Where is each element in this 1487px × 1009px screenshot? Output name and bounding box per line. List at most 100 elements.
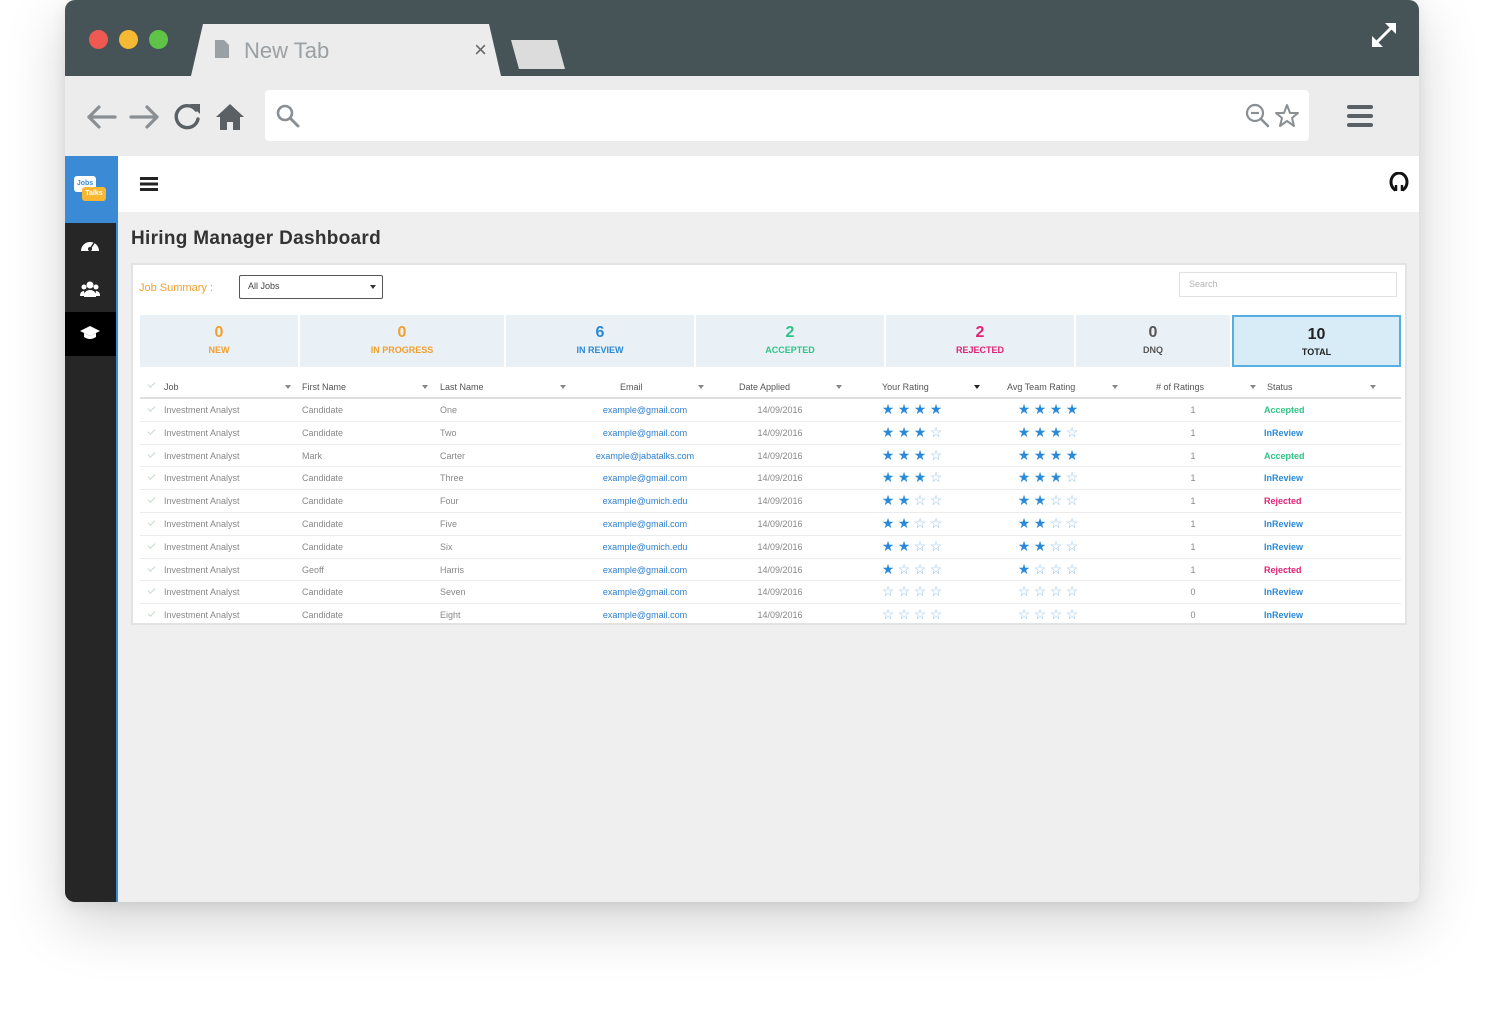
- column-header[interactable]: Last Name: [440, 382, 484, 392]
- cell-email[interactable]: example@gmail.com: [580, 519, 710, 529]
- star-filled-icon[interactable]: ★: [880, 562, 896, 576]
- cell-email[interactable]: example@gmail.com: [580, 473, 710, 483]
- row-checkbox[interactable]: [147, 518, 156, 526]
- arrow-right-icon[interactable]: [127, 100, 161, 134]
- star-filled-icon[interactable]: ★: [896, 402, 912, 416]
- table-row[interactable]: Investment Analyst Candidate Four example@u…: [140, 490, 1401, 513]
- table-row[interactable]: Investment Analyst Candidate Eight example@…: [140, 604, 1401, 627]
- star-empty-icon[interactable]: ☆: [880, 607, 896, 621]
- stat-tile-total[interactable]: 10 TOTAL: [1232, 315, 1401, 367]
- star-icon[interactable]: [1274, 103, 1300, 129]
- zoom-out-icon[interactable]: [1245, 103, 1271, 129]
- your-rating-stars[interactable]: ★ ★ ☆ ☆: [880, 493, 944, 507]
- column-header[interactable]: Your Rating: [882, 382, 929, 392]
- star-filled-icon[interactable]: ★: [912, 470, 928, 484]
- sidebar-item-jobs[interactable]: [65, 312, 116, 356]
- star-empty-icon[interactable]: ☆: [896, 562, 912, 576]
- column-header[interactable]: Job: [164, 382, 179, 392]
- row-checkbox[interactable]: [147, 609, 156, 618]
- home-icon[interactable]: [213, 100, 247, 134]
- star-empty-icon[interactable]: ☆: [928, 562, 944, 576]
- star-filled-icon[interactable]: ★: [880, 448, 896, 462]
- your-rating-stars[interactable]: ☆ ☆ ☆ ☆: [880, 584, 944, 598]
- star-filled-icon[interactable]: ★: [896, 516, 912, 530]
- star-empty-icon[interactable]: ☆: [912, 607, 928, 621]
- row-checkbox[interactable]: [147, 495, 156, 504]
- star-empty-icon[interactable]: ☆: [928, 425, 944, 439]
- star-filled-icon[interactable]: ★: [880, 425, 896, 439]
- star-empty-icon[interactable]: ☆: [928, 584, 944, 598]
- cell-email[interactable]: example@gmail.com: [580, 610, 710, 620]
- new-tab-button[interactable]: [511, 40, 565, 69]
- search-input[interactable]: Search: [1179, 272, 1397, 297]
- cell-email[interactable]: example@gmail.com: [580, 428, 710, 438]
- star-filled-icon[interactable]: ★: [880, 539, 896, 553]
- your-rating-stars[interactable]: ★ ★ ★ ★: [880, 402, 944, 416]
- cell-email[interactable]: example@jabatalks.com: [580, 451, 710, 461]
- app-logo[interactable]: Jobs Talks: [65, 156, 116, 223]
- star-filled-icon[interactable]: ★: [896, 493, 912, 507]
- row-checkbox[interactable]: [147, 586, 156, 595]
- row-checkbox[interactable]: [147, 472, 156, 481]
- star-filled-icon[interactable]: ★: [880, 493, 896, 507]
- sort-caret-icon[interactable]: [974, 385, 980, 389]
- table-row[interactable]: Investment Analyst Candidate Seven example@…: [140, 581, 1401, 605]
- sort-caret-icon[interactable]: [836, 385, 842, 389]
- stat-tile-inprogress[interactable]: 0 IN PROGRESS: [300, 315, 504, 367]
- job-filter-select[interactable]: All Jobs: [239, 275, 383, 299]
- star-empty-icon[interactable]: ☆: [880, 584, 896, 598]
- star-empty-icon[interactable]: ☆: [928, 493, 944, 507]
- column-header[interactable]: First Name: [302, 382, 346, 392]
- table-row[interactable]: Investment Analyst Candidate Two example@gm…: [140, 422, 1401, 445]
- star-empty-icon[interactable]: ☆: [928, 607, 944, 621]
- column-header[interactable]: Email: [620, 382, 643, 392]
- star-empty-icon[interactable]: ☆: [912, 493, 928, 507]
- star-empty-icon[interactable]: ☆: [928, 539, 944, 553]
- stat-tile-inreview[interactable]: 6 IN REVIEW: [506, 315, 694, 367]
- star-filled-icon[interactable]: ★: [880, 470, 896, 484]
- your-rating-stars[interactable]: ☆ ☆ ☆ ☆: [880, 607, 944, 621]
- sort-caret-icon[interactable]: [560, 385, 566, 389]
- table-row[interactable]: Investment Analyst Candidate Six example@um…: [140, 536, 1401, 559]
- star-filled-icon[interactable]: ★: [912, 448, 928, 462]
- star-empty-icon[interactable]: ☆: [912, 562, 928, 576]
- sort-caret-icon[interactable]: [1112, 385, 1118, 389]
- browser-tab[interactable]: New Tab ×: [191, 24, 501, 76]
- star-filled-icon[interactable]: ★: [912, 425, 928, 439]
- star-filled-icon[interactable]: ★: [880, 516, 896, 530]
- cell-email[interactable]: example@gmail.com: [580, 405, 710, 415]
- table-row[interactable]: Investment Analyst Geoff Harris example@gma…: [140, 559, 1401, 582]
- star-empty-icon[interactable]: ☆: [912, 584, 928, 598]
- minimize-window-button[interactable]: [119, 30, 138, 49]
- arrow-left-icon[interactable]: [85, 100, 119, 134]
- maximize-window-button[interactable]: [149, 30, 168, 49]
- row-checkbox[interactable]: [147, 540, 156, 549]
- star-empty-icon[interactable]: ☆: [928, 516, 944, 530]
- star-empty-icon[interactable]: ☆: [928, 470, 944, 484]
- column-header[interactable]: Avg Team Rating: [1007, 382, 1075, 392]
- sidebar-item-users[interactable]: [65, 268, 116, 312]
- stat-tile-accepted[interactable]: 2 ACCEPTED: [696, 315, 884, 367]
- sort-caret-icon[interactable]: [1370, 385, 1376, 389]
- address-bar[interactable]: [265, 90, 1309, 141]
- your-rating-stars[interactable]: ★ ☆ ☆ ☆: [880, 562, 944, 576]
- your-rating-stars[interactable]: ★ ★ ☆ ☆: [880, 516, 944, 530]
- table-row[interactable]: Investment Analyst Candidate One example@gm…: [140, 399, 1401, 422]
- column-header[interactable]: # of Ratings: [1156, 382, 1204, 392]
- row-checkbox[interactable]: [147, 563, 156, 572]
- expand-icon[interactable]: [1369, 20, 1399, 50]
- star-filled-icon[interactable]: ★: [880, 402, 896, 416]
- your-rating-stars[interactable]: ★ ★ ★ ☆: [880, 448, 944, 462]
- your-rating-stars[interactable]: ★ ★ ★ ☆: [880, 470, 944, 484]
- menu-icon[interactable]: [1345, 101, 1375, 131]
- star-filled-icon[interactable]: ★: [912, 402, 928, 416]
- star-filled-icon[interactable]: ★: [896, 448, 912, 462]
- star-empty-icon[interactable]: ☆: [912, 516, 928, 530]
- table-row[interactable]: Investment Analyst Mark Carter example@jaba…: [140, 445, 1401, 468]
- cell-email[interactable]: example@umich.edu: [580, 496, 710, 506]
- stat-tile-dnq[interactable]: 0 DNQ: [1076, 315, 1230, 367]
- star-empty-icon[interactable]: ☆: [912, 539, 928, 553]
- sidebar-item-dashboard[interactable]: [65, 224, 116, 268]
- star-empty-icon[interactable]: ☆: [896, 607, 912, 621]
- sort-caret-icon[interactable]: [698, 385, 704, 389]
